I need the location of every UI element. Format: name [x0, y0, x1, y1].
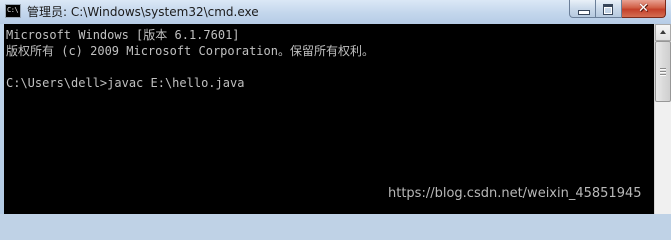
grip-line	[660, 74, 666, 75]
watermark-text: https://blog.csdn.net/weixin_45851945	[388, 186, 642, 201]
minimize-button[interactable]	[569, 0, 596, 18]
chevron-up-icon	[660, 30, 666, 34]
window-title: 管理员: C:\Windows\system32\cmd.exe	[27, 5, 259, 19]
cmd-app-icon[interactable]: C:\	[5, 4, 21, 18]
close-icon: ✕	[638, 1, 649, 16]
grip-line	[660, 71, 666, 72]
maximize-button[interactable]	[596, 0, 622, 18]
maximize-icon	[603, 4, 613, 15]
scroll-thumb[interactable]	[655, 41, 671, 102]
console-line: Microsoft Windows [版本 6.1.7601]	[6, 28, 240, 42]
console-prompt-line: C:\Users\dell>javac E:\hello.java	[6, 76, 245, 90]
app-icon-glyph: C:\	[7, 6, 19, 14]
cmd-window: C:\ 管理员: C:\Windows\system32\cmd.exe ✕ M…	[0, 0, 671, 214]
console-line: 版权所有 (c) 2009 Microsoft Corporation。保留所有…	[6, 44, 374, 58]
title-bar[interactable]: C:\ 管理员: C:\Windows\system32\cmd.exe ✕	[0, 0, 671, 24]
grip-line	[660, 68, 666, 69]
vertical-scrollbar[interactable]	[654, 24, 671, 214]
close-button[interactable]: ✕	[622, 0, 666, 18]
window-controls: ✕	[569, 0, 666, 19]
scroll-up-button[interactable]	[655, 24, 671, 41]
minimize-icon	[578, 10, 590, 15]
